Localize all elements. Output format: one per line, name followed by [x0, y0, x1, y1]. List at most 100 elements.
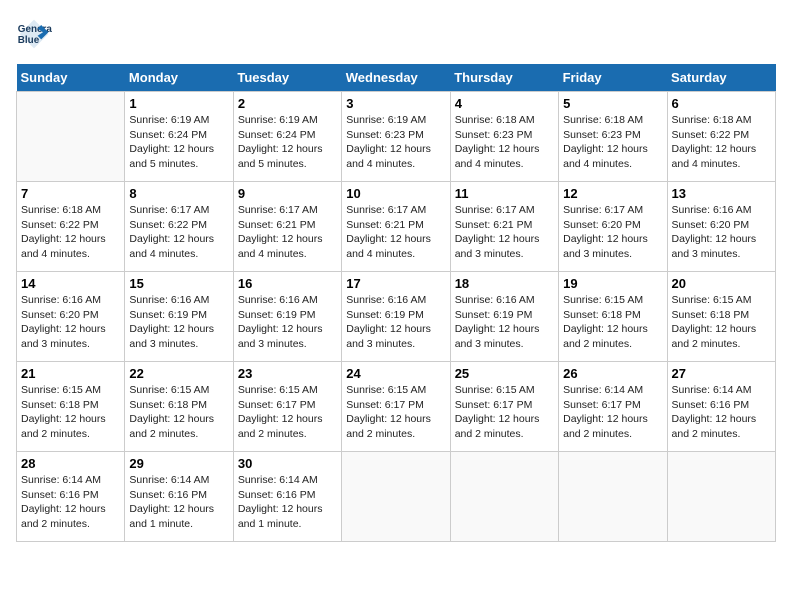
- calendar-cell: 20 Sunrise: 6:15 AM Sunset: 6:18 PM Dayli…: [667, 272, 775, 362]
- day-info: Sunrise: 6:14 AM Sunset: 6:16 PM Dayligh…: [129, 473, 228, 532]
- day-number: 1: [129, 96, 228, 111]
- calendar-cell: 19Sunrise: 6:15 AM Sunset: 6:18 PM Dayli…: [559, 272, 667, 362]
- day-info: Sunrise: 6:14 AM Sunset: 6:17 PM Dayligh…: [563, 383, 662, 442]
- calendar-cell: 15 Sunrise: 6:16 AM Sunset: 6:19 PM Dayli…: [125, 272, 233, 362]
- calendar-cell: 17Sunrise: 6:16 AM Sunset: 6:19 PM Dayli…: [342, 272, 450, 362]
- day-info: Sunrise: 6:15 AM Sunset: 6:18 PM Dayligh…: [672, 293, 771, 352]
- calendar-cell: 5 Sunrise: 6:18 AM Sunset: 6:23 PM Daylig…: [559, 92, 667, 182]
- day-info: Sunrise: 6:16 AM Sunset: 6:19 PM Dayligh…: [238, 293, 337, 352]
- col-header-sunday: Sunday: [17, 64, 125, 92]
- day-info: Sunrise: 6:15 AM Sunset: 6:17 PM Dayligh…: [455, 383, 554, 442]
- calendar-cell: 8 Sunrise: 6:17 AM Sunset: 6:22 PM Daylig…: [125, 182, 233, 272]
- day-info: Sunrise: 6:16 AM Sunset: 6:19 PM Dayligh…: [455, 293, 554, 352]
- calendar-cell: 10 Sunrise: 6:17 AM Sunset: 6:21 PM Dayli…: [342, 182, 450, 272]
- day-info: Sunrise: 6:15 AM Sunset: 6:18 PM Dayligh…: [21, 383, 120, 442]
- calendar-cell: 9Sunrise: 6:17 AM Sunset: 6:21 PM Daylig…: [233, 182, 341, 272]
- day-number: 29: [129, 456, 228, 471]
- day-info: Sunrise: 6:17 AM Sunset: 6:21 PM Dayligh…: [455, 203, 554, 262]
- calendar-cell: 14 Sunrise: 6:16 AM Sunset: 6:20 PM Dayli…: [17, 272, 125, 362]
- week-row-4: 21 Sunrise: 6:15 AM Sunset: 6:18 PM Dayli…: [17, 362, 776, 452]
- calendar-cell: 16 Sunrise: 6:16 AM Sunset: 6:19 PM Dayli…: [233, 272, 341, 362]
- calendar-cell: 6 Sunrise: 6:18 AM Sunset: 6:22 PM Daylig…: [667, 92, 775, 182]
- day-info: Sunrise: 6:18 AM Sunset: 6:22 PM Dayligh…: [21, 203, 120, 262]
- calendar-cell: 4 Sunrise: 6:18 AM Sunset: 6:23 PM Daylig…: [450, 92, 558, 182]
- week-row-5: 28 Sunrise: 6:14 AM Sunset: 6:16 PM Dayli…: [17, 452, 776, 542]
- day-info: Sunrise: 6:17 AM Sunset: 6:21 PM Dayligh…: [346, 203, 445, 262]
- svg-text:Blue: Blue: [18, 35, 40, 46]
- calendar-cell: [667, 452, 775, 542]
- day-number: 16: [238, 276, 337, 291]
- calendar-cell: 24 Sunrise: 6:15 AM Sunset: 6:17 PM Dayli…: [342, 362, 450, 452]
- day-number: 21: [21, 366, 120, 381]
- page-header: General Blue: [16, 16, 776, 52]
- day-number: 10: [346, 186, 445, 201]
- day-info: Sunrise: 6:18 AM Sunset: 6:23 PM Dayligh…: [455, 113, 554, 172]
- calendar-cell: 30Sunrise: 6:14 AM Sunset: 6:16 PM Dayli…: [233, 452, 341, 542]
- day-number: 13: [672, 186, 771, 201]
- calendar-table: SundayMondayTuesdayWednesdayThursdayFrid…: [16, 64, 776, 542]
- col-header-monday: Monday: [125, 64, 233, 92]
- day-info: Sunrise: 6:15 AM Sunset: 6:18 PM Dayligh…: [129, 383, 228, 442]
- day-number: 20: [672, 276, 771, 291]
- day-number: 22: [129, 366, 228, 381]
- calendar-cell: 26Sunrise: 6:14 AM Sunset: 6:17 PM Dayli…: [559, 362, 667, 452]
- day-number: 28: [21, 456, 120, 471]
- calendar-cell: 27 Sunrise: 6:14 AM Sunset: 6:16 PM Dayli…: [667, 362, 775, 452]
- week-row-2: 7Sunrise: 6:18 AM Sunset: 6:22 PM Daylig…: [17, 182, 776, 272]
- day-info: Sunrise: 6:16 AM Sunset: 6:19 PM Dayligh…: [129, 293, 228, 352]
- calendar-cell: 22 Sunrise: 6:15 AM Sunset: 6:18 PM Dayli…: [125, 362, 233, 452]
- day-number: 8: [129, 186, 228, 201]
- calendar-cell: 25 Sunrise: 6:15 AM Sunset: 6:17 PM Dayli…: [450, 362, 558, 452]
- day-number: 15: [129, 276, 228, 291]
- logo: General Blue: [16, 16, 56, 52]
- day-number: 6: [672, 96, 771, 111]
- day-info: Sunrise: 6:16 AM Sunset: 6:20 PM Dayligh…: [21, 293, 120, 352]
- day-number: 18: [455, 276, 554, 291]
- calendar-cell: 2Sunrise: 6:19 AM Sunset: 6:24 PM Daylig…: [233, 92, 341, 182]
- day-info: Sunrise: 6:14 AM Sunset: 6:16 PM Dayligh…: [21, 473, 120, 532]
- day-info: Sunrise: 6:18 AM Sunset: 6:23 PM Dayligh…: [563, 113, 662, 172]
- calendar-cell: [450, 452, 558, 542]
- calendar-cell: 18 Sunrise: 6:16 AM Sunset: 6:19 PM Dayli…: [450, 272, 558, 362]
- calendar-cell: 28 Sunrise: 6:14 AM Sunset: 6:16 PM Dayli…: [17, 452, 125, 542]
- calendar-cell: [342, 452, 450, 542]
- day-number: 27: [672, 366, 771, 381]
- day-number: 30: [238, 456, 337, 471]
- calendar-cell: 12Sunrise: 6:17 AM Sunset: 6:20 PM Dayli…: [559, 182, 667, 272]
- col-header-saturday: Saturday: [667, 64, 775, 92]
- calendar-cell: 13Sunrise: 6:16 AM Sunset: 6:20 PM Dayli…: [667, 182, 775, 272]
- calendar-cell: 21 Sunrise: 6:15 AM Sunset: 6:18 PM Dayli…: [17, 362, 125, 452]
- day-number: 11: [455, 186, 554, 201]
- col-header-wednesday: Wednesday: [342, 64, 450, 92]
- col-header-friday: Friday: [559, 64, 667, 92]
- calendar-cell: 3Sunrise: 6:19 AM Sunset: 6:23 PM Daylig…: [342, 92, 450, 182]
- calendar-cell: 1 Sunrise: 6:19 AM Sunset: 6:24 PM Daylig…: [125, 92, 233, 182]
- day-number: 24: [346, 366, 445, 381]
- day-number: 19: [563, 276, 662, 291]
- day-info: Sunrise: 6:17 AM Sunset: 6:22 PM Dayligh…: [129, 203, 228, 262]
- calendar-cell: 29 Sunrise: 6:14 AM Sunset: 6:16 PM Dayli…: [125, 452, 233, 542]
- day-info: Sunrise: 6:18 AM Sunset: 6:22 PM Dayligh…: [672, 113, 771, 172]
- day-info: Sunrise: 6:15 AM Sunset: 6:17 PM Dayligh…: [346, 383, 445, 442]
- day-info: Sunrise: 6:17 AM Sunset: 6:20 PM Dayligh…: [563, 203, 662, 262]
- calendar-cell: 11 Sunrise: 6:17 AM Sunset: 6:21 PM Dayli…: [450, 182, 558, 272]
- day-number: 9: [238, 186, 337, 201]
- col-header-tuesday: Tuesday: [233, 64, 341, 92]
- day-number: 25: [455, 366, 554, 381]
- day-number: 14: [21, 276, 120, 291]
- day-info: Sunrise: 6:19 AM Sunset: 6:24 PM Dayligh…: [129, 113, 228, 172]
- week-row-1: 1 Sunrise: 6:19 AM Sunset: 6:24 PM Daylig…: [17, 92, 776, 182]
- calendar-cell: 23 Sunrise: 6:15 AM Sunset: 6:17 PM Dayli…: [233, 362, 341, 452]
- calendar-cell: [559, 452, 667, 542]
- day-number: 4: [455, 96, 554, 111]
- day-info: Sunrise: 6:15 AM Sunset: 6:17 PM Dayligh…: [238, 383, 337, 442]
- day-number: 2: [238, 96, 337, 111]
- calendar-cell: 7Sunrise: 6:18 AM Sunset: 6:22 PM Daylig…: [17, 182, 125, 272]
- day-number: 17: [346, 276, 445, 291]
- day-number: 23: [238, 366, 337, 381]
- day-number: 5: [563, 96, 662, 111]
- day-info: Sunrise: 6:14 AM Sunset: 6:16 PM Dayligh…: [672, 383, 771, 442]
- week-row-3: 14 Sunrise: 6:16 AM Sunset: 6:20 PM Dayli…: [17, 272, 776, 362]
- calendar-cell: [17, 92, 125, 182]
- logo-icon: General Blue: [16, 16, 52, 52]
